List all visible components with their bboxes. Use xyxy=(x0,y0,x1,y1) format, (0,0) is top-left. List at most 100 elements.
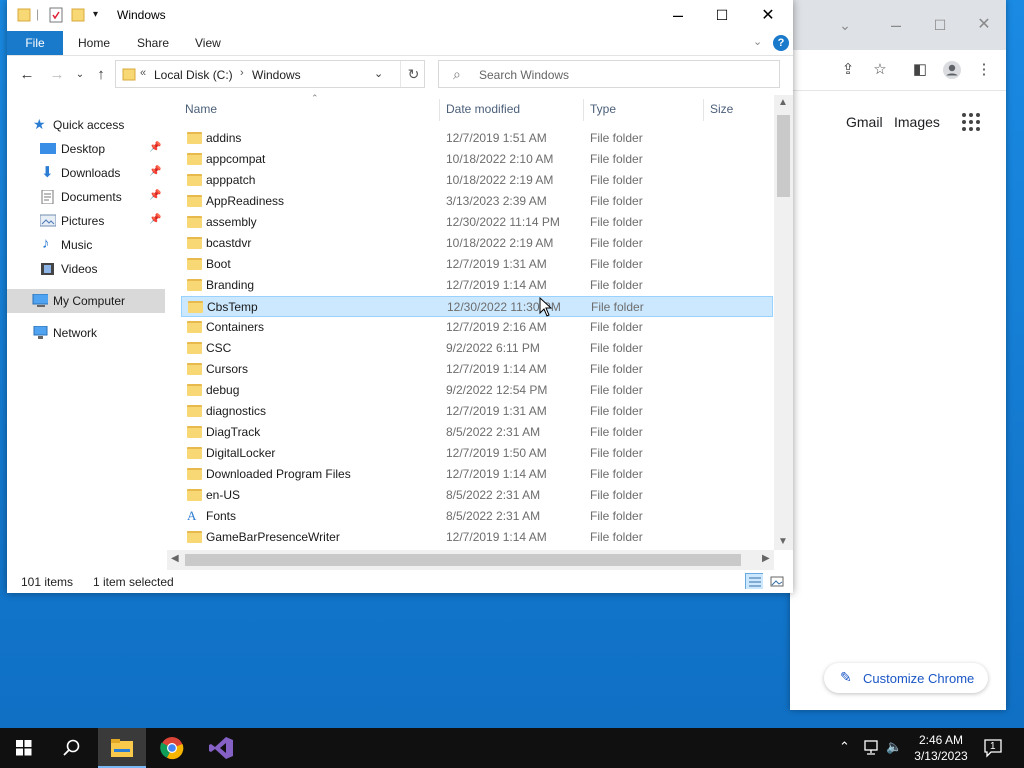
column-divider[interactable] xyxy=(439,99,440,121)
menu-kebab-icon[interactable]: ⋮ xyxy=(974,60,994,80)
details-view-icon[interactable] xyxy=(745,573,763,589)
file-row[interactable]: DigitalLocker 12/7/2019 1:50 AM File folde… xyxy=(181,443,773,464)
system-clock[interactable]: 2:46 AM 3/13/2023 xyxy=(909,732,973,764)
file-row[interactable]: apppatch 10/18/2022 2:19 AM File folder xyxy=(181,170,773,191)
minimize-icon[interactable]: – xyxy=(884,13,908,37)
search-placeholder[interactable]: Search Windows xyxy=(479,68,569,82)
nav-music[interactable]: ♪ Music xyxy=(7,233,165,257)
address-dropdown-icon[interactable]: ⌄ xyxy=(374,67,383,80)
file-row[interactable]: Branding 12/7/2019 1:14 AM File folder xyxy=(181,275,773,296)
column-divider[interactable] xyxy=(583,99,584,121)
tab-share[interactable]: Share xyxy=(137,31,169,55)
nav-documents[interactable]: Documents 📌 xyxy=(7,185,165,209)
explorer-titlebar[interactable]: | ▾ Windows – ☐ ✕ xyxy=(7,0,793,31)
pin-icon[interactable]: 📌 xyxy=(149,166,161,177)
close-icon[interactable]: ✕ xyxy=(972,13,996,37)
nav-videos[interactable]: Videos xyxy=(7,257,165,281)
file-row[interactable]: Boot 12/7/2019 1:31 AM File folder xyxy=(181,254,773,275)
forward-arrow-icon[interactable]: → xyxy=(47,66,67,84)
help-icon[interactable]: ? xyxy=(773,35,789,51)
pin-icon[interactable]: 📌 xyxy=(149,142,161,153)
file-row[interactable]: Downloaded Program Files 12/7/2019 1:14 A… xyxy=(181,464,773,485)
address-bar[interactable]: « Local Disk (C:) › Windows ⌄ ↻ xyxy=(115,60,425,88)
file-row[interactable]: CbsTemp 12/30/2022 11:30 PM File folder xyxy=(181,296,773,317)
up-arrow-icon[interactable]: ↑ xyxy=(91,66,111,84)
properties-icon[interactable] xyxy=(49,7,63,23)
network-icon[interactable] xyxy=(862,740,880,756)
start-button[interactable] xyxy=(0,728,48,768)
taskbar-search-button[interactable] xyxy=(48,728,96,768)
volume-icon[interactable]: 🔈 xyxy=(886,739,902,755)
taskbar-file-explorer[interactable] xyxy=(98,728,146,768)
minimize-icon[interactable]: – xyxy=(655,0,701,31)
maximize-icon[interactable]: ☐ xyxy=(699,0,745,31)
column-divider[interactable] xyxy=(703,99,704,121)
refresh-icon[interactable]: ↻ xyxy=(400,61,426,87)
large-icons-view-icon[interactable] xyxy=(769,573,787,589)
nav-desktop[interactable]: Desktop 📌 xyxy=(7,137,165,161)
file-row[interactable]: GameBarPresenceWriter 12/7/2019 1:14 AM Fi… xyxy=(181,527,773,548)
pin-icon[interactable]: 📌 xyxy=(149,214,161,225)
profile-icon[interactable] xyxy=(942,60,962,80)
file-row[interactable]: debug 9/2/2022 12:54 PM File folder xyxy=(181,380,773,401)
pin-icon[interactable]: 📌 xyxy=(149,190,161,201)
notification-center-button[interactable]: 1 xyxy=(983,738,1003,758)
breadcrumb-local-disk[interactable]: Local Disk (C:) xyxy=(154,68,233,82)
recent-locations-icon[interactable]: ⌄ xyxy=(70,66,90,84)
images-link[interactable]: Images xyxy=(894,114,940,130)
back-arrow-icon[interactable]: ← xyxy=(17,66,37,84)
tab-home[interactable]: Home xyxy=(78,31,110,55)
file-row[interactable]: DiagTrack 8/5/2022 2:31 AM File folder xyxy=(181,422,773,443)
scroll-thumb[interactable] xyxy=(777,115,790,197)
qat-dropdown-icon[interactable]: ▾ xyxy=(93,9,98,25)
file-row[interactable]: A Fonts 8/5/2022 2:31 AM File folder xyxy=(181,506,773,527)
customize-chrome-button[interactable]: ✎ Customize Chrome xyxy=(824,663,988,693)
search-box[interactable]: ⌕ Search Windows xyxy=(438,60,780,88)
star-icon[interactable]: ☆ xyxy=(870,60,890,80)
share-icon[interactable]: ⇪ xyxy=(838,60,858,80)
nav-my-computer[interactable]: My Computer xyxy=(7,289,165,313)
file-row[interactable]: CSC 9/2/2022 6:11 PM File folder xyxy=(181,338,773,359)
file-row[interactable]: appcompat 10/18/2022 2:10 AM File folder xyxy=(181,149,773,170)
vertical-scrollbar[interactable]: ▲ ▼ xyxy=(774,95,793,550)
scroll-up-icon[interactable]: ▲ xyxy=(778,97,788,108)
maximize-icon[interactable]: ☐ xyxy=(928,13,952,37)
file-row[interactable]: diagnostics 12/7/2019 1:31 AM File folder xyxy=(181,401,773,422)
file-row[interactable]: assembly 12/30/2022 11:14 PM File folder xyxy=(181,212,773,233)
chevron-up-icon[interactable]: ⌃ xyxy=(839,739,850,755)
expand-ribbon-icon[interactable]: ⌄ xyxy=(753,35,762,48)
tab-view[interactable]: View xyxy=(195,31,221,55)
file-row[interactable]: bcastdvr 10/18/2022 2:19 AM File folder xyxy=(181,233,773,254)
file-explorer-window[interactable]: | ▾ Windows – ☐ ✕ File Home Share View ⌄… xyxy=(7,0,793,593)
file-row[interactable]: AppReadiness 3/13/2023 2:39 AM File folder xyxy=(181,191,773,212)
gmail-link[interactable]: Gmail xyxy=(846,114,883,130)
column-header-name[interactable]: Name xyxy=(185,95,217,123)
taskbar-chrome[interactable] xyxy=(148,728,196,768)
taskbar-visual-studio[interactable] xyxy=(197,728,245,768)
nav-downloads[interactable]: ⬇ Downloads 📌 xyxy=(7,161,165,185)
overflow-chevron[interactable]: « xyxy=(140,67,146,79)
scroll-thumb[interactable] xyxy=(185,554,741,566)
file-row[interactable]: addins 12/7/2019 1:51 AM File folder xyxy=(181,128,773,149)
breadcrumb-separator-icon[interactable]: › xyxy=(240,67,244,79)
chevron-down-icon[interactable]: ⌄ xyxy=(833,13,857,37)
breadcrumb-windows[interactable]: Windows xyxy=(252,68,301,82)
chrome-titlebar[interactable]: ⌄ – ☐ ✕ xyxy=(790,0,1006,50)
nav-pictures[interactable]: Pictures 📌 xyxy=(7,209,165,233)
file-row[interactable]: Containers 12/7/2019 2:16 AM File folder xyxy=(181,317,773,338)
nav-network[interactable]: Network xyxy=(7,321,165,345)
close-icon[interactable]: ✕ xyxy=(745,0,791,31)
tab-file[interactable]: File xyxy=(7,31,63,55)
column-header-type[interactable]: Type xyxy=(590,95,616,123)
new-folder-icon[interactable] xyxy=(71,7,85,23)
chrome-window[interactable]: ⌄ – ☐ ✕ ⇪ ☆ ◧ ⋮ Gmail Images ✎ Customize… xyxy=(790,0,1006,710)
file-row[interactable]: en-US 8/5/2022 2:31 AM File folder xyxy=(181,485,773,506)
scroll-right-icon[interactable]: ▶ xyxy=(762,553,770,564)
column-header-size[interactable]: Size xyxy=(710,95,733,123)
file-row[interactable]: Cursors 12/7/2019 1:14 AM File folder xyxy=(181,359,773,380)
side-panel-icon[interactable]: ◧ xyxy=(910,60,930,80)
column-header-date[interactable]: Date modified xyxy=(446,95,520,123)
scroll-down-icon[interactable]: ▼ xyxy=(778,536,788,547)
horizontal-scrollbar[interactable]: ◀ ▶ xyxy=(167,550,774,570)
apps-grid-icon[interactable] xyxy=(962,113,980,131)
